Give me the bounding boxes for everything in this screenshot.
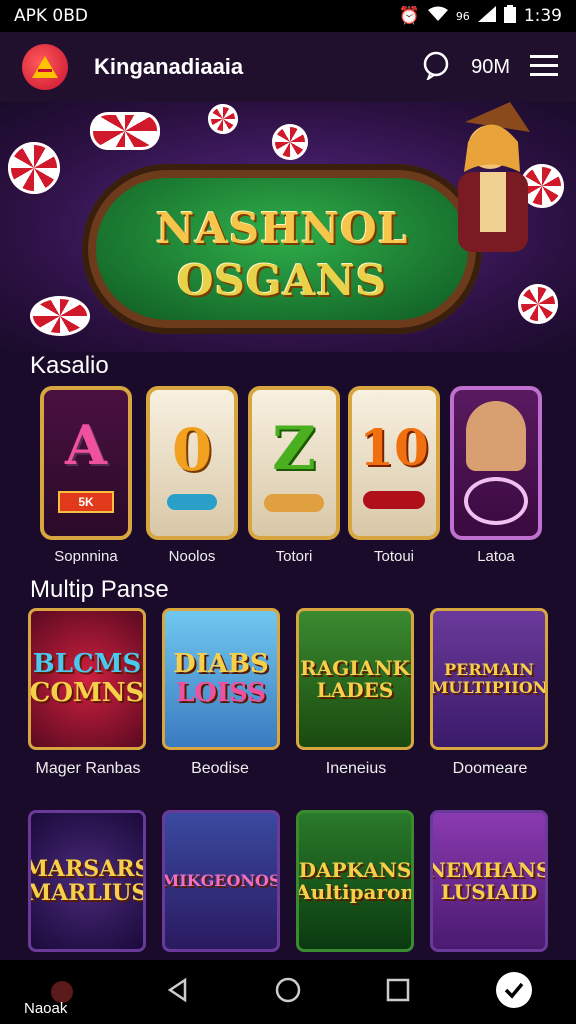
section-title-games: Multip Panse	[30, 576, 169, 603]
status-bar: APK 0BD ⏰ 96 1:39	[0, 0, 576, 32]
app-header: Kinganadiaaia 90M	[0, 32, 576, 102]
shield-check-icon[interactable]	[494, 970, 534, 1015]
game-tile-subtitle: MULTIPIION	[430, 678, 548, 697]
reel-ring-icon	[464, 477, 528, 525]
signal-icon	[477, 5, 496, 27]
game-tile[interactable]: MIKGEONOS	[162, 810, 280, 952]
reel-card[interactable]	[450, 386, 542, 540]
game-tile[interactable]: BLCMS COMNS	[28, 608, 146, 750]
game-tile-subtitle: LUSIAID	[440, 880, 538, 904]
chip-icon	[208, 104, 238, 134]
signal-text: 96	[455, 9, 470, 23]
poker-table: NASHNOL OSGANS	[82, 164, 482, 334]
chat-icon[interactable]	[421, 50, 451, 85]
game-tile-caption: Ineneius	[325, 760, 387, 777]
chip-icon	[8, 142, 60, 194]
chip-icon	[272, 124, 308, 160]
dealer-character-image	[440, 102, 550, 252]
game-tile-subtitle: COMNS	[29, 678, 145, 708]
banner-title-line1: NASHNOL	[155, 204, 409, 253]
coin-balance[interactable]: 90M	[471, 56, 510, 79]
game-tile-title: DIABS	[173, 649, 269, 680]
reel-caption: Totori	[275, 548, 313, 565]
game-tile-title: PERMAIN	[444, 660, 534, 680]
reel-symbol: 0	[171, 416, 213, 484]
reel-taco-icon	[264, 494, 324, 512]
game-tile-title: BLCMS	[32, 649, 142, 680]
back-icon[interactable]	[165, 977, 191, 1008]
chip-icon	[30, 296, 90, 336]
reel-fish-icon	[167, 494, 217, 510]
game-tile-caption: Beodise	[191, 760, 249, 777]
menu-icon[interactable]	[530, 53, 558, 82]
reel-caption: Latoa	[477, 548, 515, 565]
game-tile-subtitle: LOISS	[175, 678, 267, 708]
nav-label: Naoak	[24, 1000, 68, 1017]
reel-symbol: Z	[272, 414, 316, 484]
status-left-text: APK 0BD	[14, 6, 89, 26]
reel-symbol: 10	[359, 417, 429, 477]
reel-card[interactable]: 10	[348, 386, 440, 540]
battery-icon	[503, 4, 516, 28]
reel-card[interactable]: Z	[248, 386, 340, 540]
game-tile-subtitle: Aultiparon	[296, 880, 414, 904]
game-tile[interactable]: PERMAIN MULTIPIION	[430, 608, 548, 750]
navigation-bar	[0, 960, 576, 1024]
reel-card[interactable]: A 5K	[40, 386, 132, 540]
section-title-reels: Kasalio	[30, 352, 109, 379]
recents-icon[interactable]	[385, 977, 411, 1008]
chip-icon	[518, 284, 558, 324]
wifi-icon	[427, 6, 448, 27]
game-tile-caption: Doomeare	[452, 760, 528, 777]
app-title: Kinganadiaaia	[94, 54, 244, 79]
chip-icon	[90, 112, 160, 150]
game-tile-title: DAPKANS	[298, 858, 412, 882]
game-tile-title: NEMHANS	[430, 858, 548, 882]
home-icon[interactable]	[274, 976, 302, 1009]
reel-caption: Totoui	[373, 548, 415, 565]
game-tile[interactable]: DAPKANS Aultiparon	[296, 810, 414, 952]
alarm-icon: ⏰	[398, 6, 420, 26]
banner-title-line2: OSGANS	[176, 256, 388, 305]
game-tile[interactable]: NEMHANS LUSIAID	[430, 810, 548, 952]
reel-sub-badge: 5K	[58, 491, 114, 513]
game-tile-subtitle: MARLIUS	[28, 880, 146, 906]
reel-caption: Sopnnina	[54, 548, 118, 565]
game-tile-caption: Mager Ranbas	[35, 760, 141, 777]
game-tile-title: MARSARS	[28, 855, 146, 882]
reel-gem-icon	[363, 490, 425, 509]
app-logo-icon[interactable]	[22, 44, 68, 90]
reel-caption: Noolos	[168, 548, 216, 565]
game-tile[interactable]: MARSARS MARLIUS	[28, 810, 146, 952]
game-tile-title: RAGIANK	[300, 656, 410, 680]
reel-card[interactable]: 0	[146, 386, 238, 540]
game-tile-subtitle: LADES	[316, 678, 394, 702]
clock-time: 1:39	[523, 6, 562, 26]
game-tile-title: MIKGEONOS	[162, 871, 280, 891]
reel-character-icon	[466, 401, 526, 471]
reel-symbol: A	[65, 413, 107, 477]
game-tile[interactable]: DIABS LOISS	[162, 608, 280, 750]
promo-banner[interactable]: NASHNOL OSGANS	[0, 102, 576, 352]
game-tile[interactable]: RAGIANK LADES	[296, 608, 414, 750]
status-icons: ⏰ 96 1:39	[398, 4, 562, 28]
